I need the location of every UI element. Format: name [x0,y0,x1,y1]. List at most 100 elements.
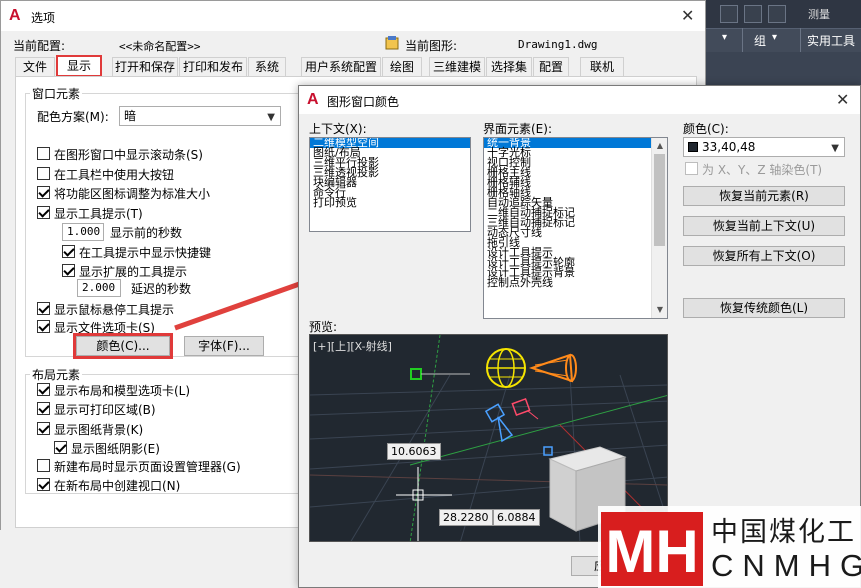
show-scrollbars-label: 在图形窗口中显示滚动条(S) [54,148,203,162]
color-label: 颜色(C): [683,122,729,136]
close-icon[interactable]: ✕ [681,6,694,25]
create-viewport-checkbox[interactable] [37,478,50,491]
paper-background-label: 显示图纸背景(K) [54,423,144,437]
viewport-control-label: [+][上][X-射线] [313,340,392,353]
restore-all-contexts-button[interactable]: 恢复所有上下文(O) [683,246,845,266]
window-elements-title: 窗口元素 [30,85,83,102]
tab-user-preferences[interactable]: 用户系统配置 [301,57,381,76]
show-tooltips-label: 显示工具提示(T) [54,207,143,221]
chevron-down-icon: ▼ [831,143,839,154]
color-swatch [688,142,698,152]
paper-background-checkbox[interactable] [37,422,50,435]
layout-model-tabs-label: 显示布局和模型选项卡(L) [54,384,191,398]
current-profile-value: <<未命名配置>> [119,40,201,53]
scroll-thumb[interactable] [654,154,665,246]
restore-classic-colors-button[interactable]: 恢复传统颜色(L) [683,298,845,318]
interface-element-listbox[interactable]: 统一背景 十字光标 视口控制 栅格主线 栅格辅线 栅格轴线 自动追踪矢量 二维自… [483,137,668,319]
ribbon-tool-icon[interactable] [720,5,738,23]
dynamic-dimension-box: 10.6063 [387,443,441,460]
large-buttons-label: 在工具栏中使用大按钮 [54,168,175,182]
preview-label: 预览: [309,320,338,334]
tab-open-save[interactable]: 打开和保存 [112,57,178,76]
context-listbox[interactable]: 二维模型空间 图纸/布局 三维平行投影 三维透视投影 块编辑器 命令行 打印预览 [309,137,471,232]
current-drawing-value: Drawing1.dwg [518,38,598,51]
show-shortcut-checkbox[interactable] [62,245,75,258]
ribbon-measure-label[interactable]: 测量 [808,6,830,22]
color-select[interactable]: 33,40,48 ▼ [683,137,845,157]
tab-profiles[interactable]: 配置 [533,57,569,76]
tint-xyz-checkbox[interactable] [685,162,698,175]
tab-files[interactable]: 文件 [15,57,55,76]
color-scheme-label: 配色方案(M): [37,110,109,124]
scroll-down-icon[interactable]: ▼ [652,302,667,318]
list-item[interactable]: 控制点外壳线 [484,277,652,288]
autocad-logo-icon: A [9,7,21,24]
drawing-file-icon [384,35,400,51]
color-value: 33,40,48 [702,140,756,154]
color-dialog-titlebar[interactable]: A 图形窗口颜色 ✕ [299,86,860,114]
file-tabs-label: 显示文件选项卡(S) [54,321,155,335]
ribbon-tool-icon[interactable] [744,5,762,23]
ribbon-separator [800,28,801,52]
listbox-scrollbar[interactable]: ▲ ▼ [651,138,667,318]
ribbon-tool-icon[interactable] [768,5,786,23]
resize-ribbon-icons-checkbox[interactable] [37,186,50,199]
ribbon-separator [742,28,743,52]
company-logo-icon: MH [601,512,703,586]
show-scrollbars-checkbox[interactable] [37,147,50,160]
ribbon-group-label[interactable]: 组 [754,32,766,49]
show-shortcut-label: 在工具提示中显示快捷键 [79,246,212,260]
color-scheme-value: 暗 [124,109,137,123]
options-titlebar[interactable]: A 选项 ✕ [1,1,705,31]
interface-element-label: 界面元素(E): [483,122,552,136]
background-area [0,530,300,588]
tint-xyz-label: 为 X、Y、Z 轴染色(T) [702,163,823,177]
show-extended-checkbox[interactable] [62,264,75,277]
tab-plot-publish[interactable]: 打印和发布 [179,57,247,76]
watermark: MH 中国煤化工 CNMHG [598,506,861,588]
paper-shadow-checkbox[interactable] [54,441,67,454]
large-buttons-checkbox[interactable] [37,167,50,180]
options-title: 选项 [31,11,56,25]
current-profile-label: 当前配置: [13,39,66,53]
layout-elements-title: 布局元素 [30,366,83,383]
paper-shadow-label: 显示图纸阴影(E) [71,442,160,456]
coordinate-x-box: 28.2280 [439,509,493,526]
layout-model-tabs-checkbox[interactable] [37,383,50,396]
show-tooltips-checkbox[interactable] [37,206,50,219]
rollover-tooltips-checkbox[interactable] [37,302,50,315]
page-setup-manager-checkbox[interactable] [37,459,50,472]
watermark-english-text: CNMHG [711,548,861,583]
scroll-up-icon[interactable]: ▲ [652,138,667,154]
ribbon-dropdown-icon[interactable]: ▾ [722,32,727,43]
ribbon-utilities-label[interactable]: 实用工具 [807,32,855,49]
tooltip-delay-label: 显示前的秒数 [110,226,183,240]
list-item[interactable]: 打印预览 [310,197,470,208]
tab-selection[interactable]: 选择集 [486,57,532,76]
restore-current-element-button[interactable]: 恢复当前元素(R) [683,186,845,206]
context-label: 上下文(X): [309,122,367,136]
autocad-logo-icon: A [307,91,319,108]
file-tabs-checkbox[interactable] [37,320,50,333]
resize-ribbon-icons-label: 将功能区图标调整为标准大小 [54,187,211,201]
close-icon[interactable]: ✕ [836,90,849,109]
color-dialog-title: 图形窗口颜色 [327,95,400,109]
watermark-chinese-text: 中国煤化工 [711,517,856,548]
tab-drafting[interactable]: 绘图 [382,57,422,76]
restore-current-context-button[interactable]: 恢复当前上下文(U) [683,216,845,236]
page-setup-manager-label: 新建布局时显示页面设置管理器(G) [54,460,241,474]
chevron-down-icon: ▼ [267,112,275,123]
create-viewport-label: 在新布局中创建视口(N) [54,479,181,493]
chevron-down-icon[interactable]: ▾ [772,32,777,43]
tooltip-delay-input[interactable]: 1.000 [62,223,104,241]
tab-3d-modeling[interactable]: 三维建模 [429,57,485,76]
color-scheme-select[interactable]: 暗 ▼ [119,106,281,126]
printable-area-label: 显示可打印区域(B) [54,403,156,417]
tab-system[interactable]: 系统 [248,57,286,76]
tab-online[interactable]: 联机 [580,57,624,76]
logo-letters: MH [605,518,698,585]
tab-display[interactable]: 显示 [56,55,102,77]
current-drawing-label: 当前图形: [405,39,458,53]
extended-delay-input[interactable]: 2.000 [77,279,121,297]
printable-area-checkbox[interactable] [37,402,50,415]
